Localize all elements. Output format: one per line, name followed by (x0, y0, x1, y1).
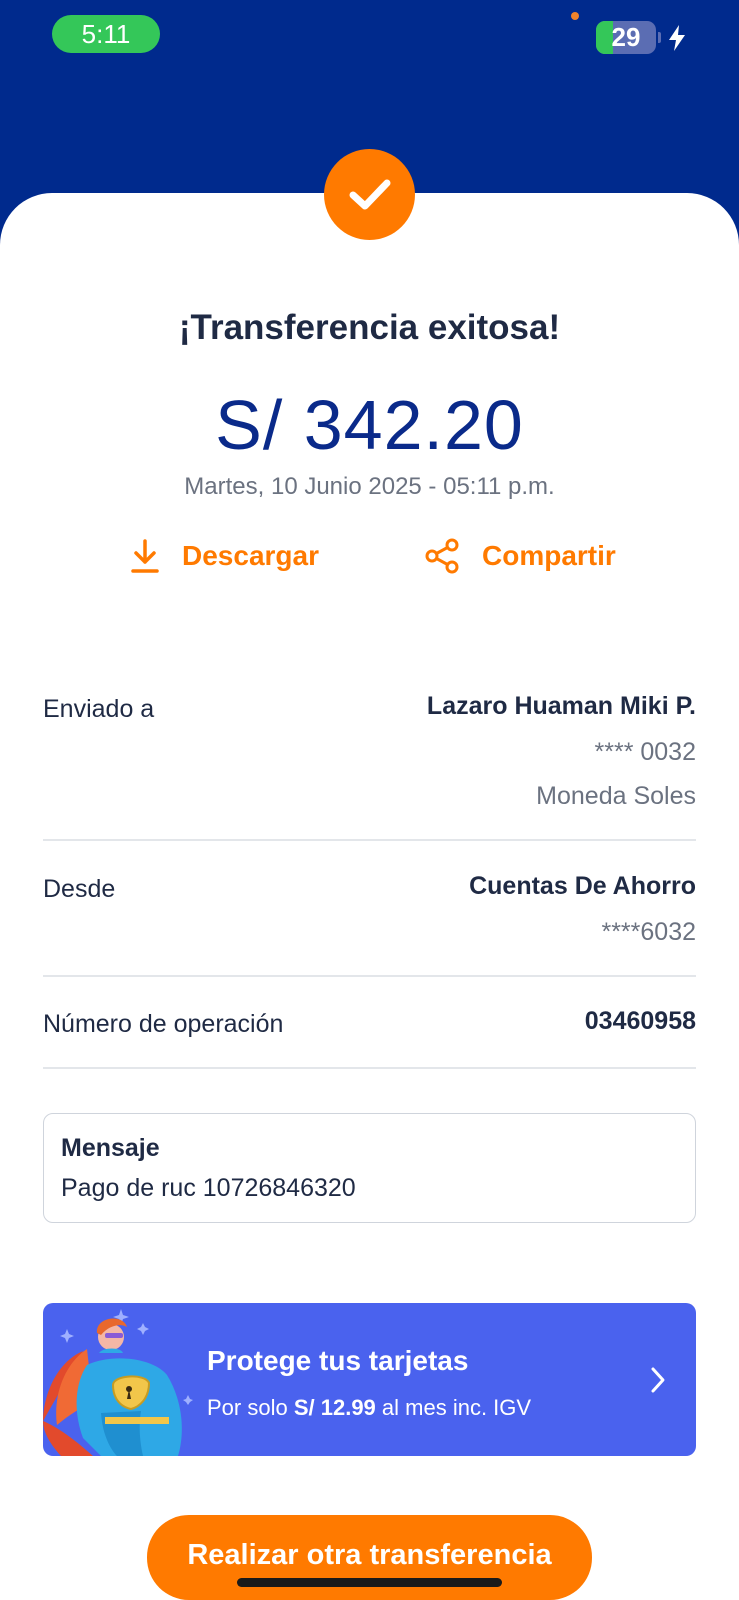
battery-level: 29 (611, 22, 641, 52)
superhero-illustration (43, 1309, 193, 1456)
share-button[interactable]: Compartir (424, 534, 616, 578)
status-time: 5:11 (52, 15, 160, 53)
privacy-dot-icon (571, 12, 579, 20)
battery-nub (658, 32, 661, 43)
protect-cards-banner[interactable]: Protege tus tarjetas Por solo S/ 12.99 a… (43, 1303, 696, 1456)
charging-bolt-icon (669, 25, 685, 51)
promo-price: S/ 12.99 (293, 1395, 376, 1420)
new-transfer-button[interactable]: Realizar otra transferencia (147, 1515, 592, 1600)
home-indicator[interactable] (237, 1578, 502, 1587)
divider (43, 1067, 696, 1069)
download-icon (131, 539, 159, 573)
divider (43, 839, 696, 841)
message-box: Mensaje Pago de ruc 10726846320 (43, 1113, 696, 1223)
share-icon (425, 538, 459, 574)
divider (43, 975, 696, 977)
transfer-amount: S/ 342.20 (215, 386, 524, 464)
message-text: Pago de ruc 10726846320 (61, 1174, 356, 1202)
transfer-datetime: Martes, 10 Junio 2025 - 05:11 p.m. (184, 473, 555, 500)
chevron-right-icon (651, 1367, 665, 1393)
status-bar: 5:11 29 (0, 0, 739, 70)
promo-subtitle: Por solo S/ 12.99 al mes inc. IGV (207, 1395, 531, 1421)
promo-sub-suffix: al mes inc. IGV (381, 1395, 532, 1420)
share-label: Compartir (482, 540, 616, 571)
source-account-type: Cuentas De Ahorro (469, 872, 696, 900)
from-label: Desde (43, 875, 116, 903)
operation-label: Número de operación (43, 1010, 284, 1038)
battery-icon: 29 (596, 21, 656, 54)
success-title: ¡Transferencia exitosa! (178, 308, 561, 347)
recipient-name: Lazaro Huaman Miki P. (426, 692, 696, 720)
recipient-currency: Moneda Soles (536, 782, 696, 810)
sent-to-label: Enviado a (43, 695, 155, 723)
message-title: Mensaje (61, 1134, 160, 1162)
source-account: ****6032 (601, 918, 696, 946)
checkmark-icon (324, 149, 415, 240)
promo-title: Protege tus tarjetas (207, 1345, 469, 1376)
operation-number: 03460958 (584, 1007, 696, 1035)
recipient-account: **** 0032 (594, 738, 696, 766)
download-label: Descargar (182, 540, 319, 571)
download-button[interactable]: Descargar (130, 534, 319, 578)
promo-sub-prefix: Por solo (207, 1395, 288, 1420)
